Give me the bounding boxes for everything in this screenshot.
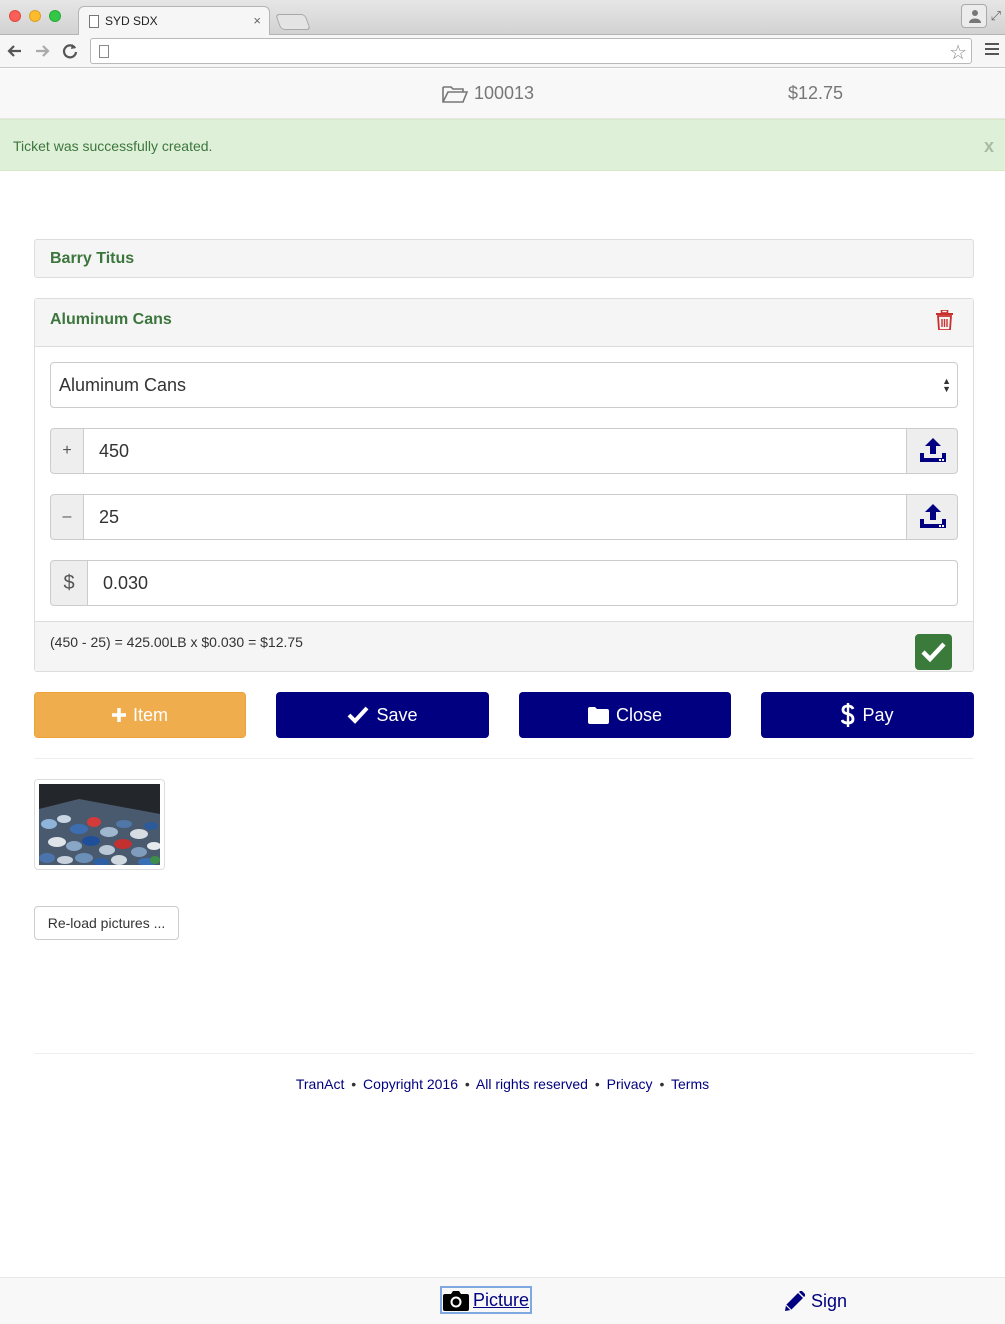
material-select[interactable]: Aluminum Cans ▲ ▼ — [50, 362, 958, 408]
window-minimize-button[interactable] — [29, 10, 41, 22]
browser-titlebar: SYD SDX × ⤢ — [0, 0, 1005, 36]
pay-label: Pay — [862, 704, 894, 725]
line-item-title: Aluminum Cans — [50, 311, 172, 328]
line-item-calculation: (450 - 25) = 425.00LB x $0.030 = $12.75 — [50, 634, 303, 650]
price-group: $ 0.030 — [50, 560, 958, 606]
tab-close-icon[interactable]: × — [253, 13, 261, 28]
camera-icon — [443, 1291, 469, 1311]
browser-toolbar: ☆ — [0, 35, 1005, 68]
picture-thumbnail[interactable] — [34, 779, 165, 870]
line-item-header: Aluminum Cans — [35, 299, 973, 347]
reload-pictures-button[interactable]: Re-load pictures ... — [34, 906, 179, 940]
bookmark-star-icon[interactable]: ☆ — [949, 40, 967, 65]
tab-title: SYD SDX — [105, 14, 158, 28]
window-close-button[interactable] — [9, 10, 21, 22]
folder-icon — [587, 706, 609, 724]
tare-weight-input[interactable]: 25 — [83, 494, 907, 540]
sign-label: Sign — [811, 1291, 848, 1311]
gross-weight-group: + 450 — [50, 428, 958, 474]
trash-icon[interactable] — [936, 310, 953, 330]
divider — [34, 1053, 974, 1054]
footer-copyright: Copyright 2016 — [363, 1076, 458, 1092]
confirm-item-button[interactable] — [915, 634, 952, 670]
footer-separator: • — [464, 1076, 470, 1092]
folder-open-icon — [442, 85, 468, 103]
gross-weight-input[interactable]: 450 — [83, 428, 907, 474]
alert-message: Ticket was successfully created. — [13, 138, 213, 154]
footer-brand[interactable]: TranAct — [296, 1076, 345, 1092]
tare-weight-group: – 25 — [50, 494, 958, 540]
browser-tab[interactable]: SYD SDX × — [78, 6, 270, 36]
user-icon — [969, 10, 981, 23]
pencil-icon — [785, 1291, 805, 1311]
dollar-icon — [841, 703, 855, 727]
tare-prefix: – — [50, 494, 84, 540]
ticket-number[interactable]: 100013 — [442, 83, 534, 104]
ticket-header: 100013 $12.75 — [0, 69, 1005, 119]
line-item-footer: (450 - 25) = 425.00LB x $0.030 = $12.75 — [35, 621, 973, 671]
close-label: Close — [615, 704, 663, 725]
add-item-label: Item — [132, 704, 168, 725]
page-icon — [99, 45, 109, 58]
alert-close-button[interactable]: x — [984, 136, 994, 157]
ticket-total: $12.75 — [788, 83, 844, 103]
footer-separator: • — [594, 1076, 600, 1092]
profile-button[interactable] — [961, 4, 987, 28]
sign-button[interactable]: Sign — [784, 1291, 847, 1312]
save-label: Save — [376, 704, 418, 725]
new-tab-button[interactable] — [275, 14, 311, 30]
success-alert: Ticket was successfully created. x — [0, 119, 1005, 171]
divider — [34, 758, 974, 759]
pay-button[interactable]: Pay — [761, 692, 974, 738]
customer-panel: Barry Titus — [34, 239, 974, 278]
ticket-number-text: 100013 — [474, 83, 535, 103]
back-icon[interactable] — [4, 40, 26, 62]
terms-link[interactable]: Terms — [671, 1076, 709, 1092]
page-icon — [89, 15, 99, 28]
footer: TranAct • Copyright 2016 • All rights re… — [0, 1076, 1005, 1092]
add-item-button[interactable]: Item — [34, 692, 246, 738]
forward-icon[interactable] — [31, 40, 53, 62]
gross-scale-button[interactable] — [906, 428, 958, 474]
close-ticket-button[interactable]: Close — [519, 692, 731, 738]
tare-scale-button[interactable] — [906, 494, 958, 540]
reload-icon[interactable] — [59, 40, 81, 62]
upload-icon — [920, 438, 946, 462]
select-arrows-icon: ▲ ▼ — [942, 376, 951, 394]
price-prefix: $ — [50, 560, 88, 606]
menu-icon[interactable] — [985, 43, 999, 58]
upload-icon — [920, 504, 946, 528]
bottom-navbar: Picture Sign — [0, 1277, 1005, 1324]
privacy-link[interactable]: Privacy — [607, 1076, 653, 1092]
check-icon — [921, 642, 946, 663]
footer-rights: All rights reserved — [475, 1076, 588, 1092]
address-bar[interactable]: ☆ — [90, 38, 972, 64]
save-button[interactable]: Save — [276, 692, 489, 738]
material-select-value: Aluminum Cans — [59, 375, 187, 395]
footer-separator: • — [351, 1076, 357, 1092]
picture-label: Picture — [473, 1289, 530, 1310]
line-item-panel: Aluminum Cans Aluminum Cans ▲ ▼ + 450 – 2… — [34, 298, 974, 672]
aluminum-cans-photo — [39, 784, 160, 865]
check-icon — [348, 706, 369, 724]
gross-prefix: + — [50, 428, 84, 474]
customer-name[interactable]: Barry Titus — [50, 250, 134, 268]
footer-separator: • — [659, 1076, 665, 1092]
fullscreen-icon[interactable]: ⤢ — [991, 8, 1001, 24]
plus-icon — [111, 708, 126, 722]
take-picture-button[interactable]: Picture — [439, 1286, 533, 1314]
price-input[interactable]: 0.030 — [87, 560, 958, 606]
window-zoom-button[interactable] — [49, 10, 61, 22]
